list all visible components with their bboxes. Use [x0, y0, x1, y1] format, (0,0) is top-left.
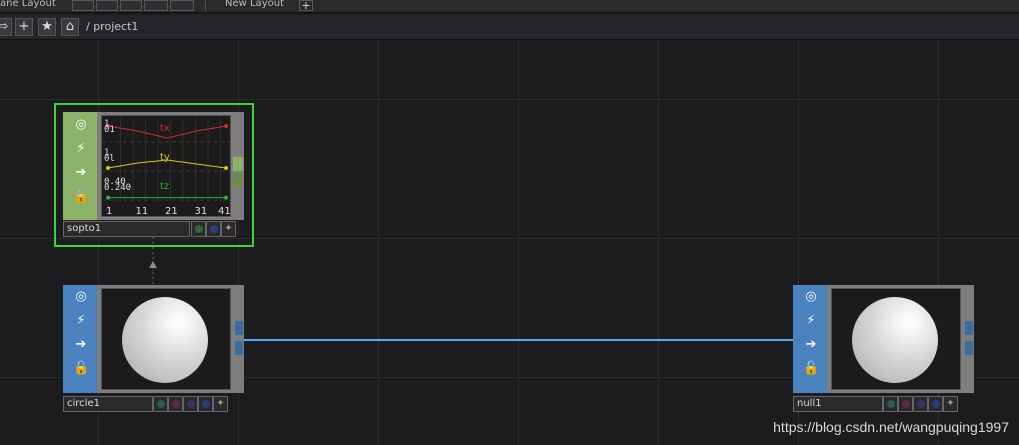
chart-viewer: 1 01 tx 1 0l ty 0.40 0.240 tz 1 11 21 31 41 — [101, 115, 231, 217]
network-path[interactable]: / project1 — [86, 20, 138, 33]
new-layout-add-button[interactable]: + — [299, 0, 313, 11]
node-circle1[interactable]: ◎ ⚡ ➔ 🔓 circle1 ✦ — [63, 285, 263, 415]
node-name-field[interactable]: circle1 — [63, 396, 153, 412]
lock-icon[interactable]: 🔓 — [803, 361, 819, 377]
add-icon[interactable]: + — [15, 18, 33, 36]
network-editor[interactable]: ◎ ⚡ ➔ 🔓 1 01 tx 1 0l ty 0.40 0.240 tz 1 11 21 31 41 s… — [0, 40, 1019, 445]
lock-icon[interactable]: 🔓 — [73, 189, 89, 205]
x-tick-label: 31 — [195, 206, 208, 217]
viewer-toggle-icon[interactable]: ◎ — [73, 289, 89, 305]
export-icon[interactable]: ➔ — [803, 337, 819, 353]
four-pane-layout-button[interactable] — [170, 0, 194, 11]
input-connector[interactable] — [233, 157, 243, 171]
node-null1[interactable]: ◎ ⚡ ➔ 🔓 null1 ✦ — [793, 285, 993, 415]
node-name-field[interactable]: sopto1 — [63, 221, 190, 237]
node-side-panel: ◎ ⚡ ➔ 🔓 — [63, 285, 97, 393]
split-vertical-layout-button[interactable] — [96, 0, 118, 11]
x-tick-label: 21 — [165, 206, 178, 217]
single-pane-layout-button[interactable] — [72, 0, 94, 11]
series-start-point — [106, 166, 110, 170]
circle-preview — [122, 297, 208, 383]
series-end-point — [224, 195, 228, 200]
layout-toolbar: ane Layout New Layout + — [0, 0, 1019, 13]
flag-template[interactable] — [198, 396, 213, 412]
geometry-viewer — [101, 288, 231, 390]
node-side-panel: ◎ ⚡ ➔ 🔓 — [63, 112, 97, 220]
series-bottom-value: 01 — [104, 125, 115, 135]
new-layout-label: New Layout — [225, 0, 284, 9]
series-name-label: tz — [160, 181, 169, 192]
cook-icon[interactable]: ⚡ — [803, 313, 819, 329]
node-sopto1[interactable]: ◎ ⚡ ➔ 🔓 1 01 tx 1 0l ty 0.40 0.240 tz 1 11 21 31 41 s… — [54, 103, 254, 247]
output-connector-2[interactable] — [235, 341, 243, 355]
flag-bypass[interactable] — [183, 396, 198, 412]
series-name-label: ty — [160, 152, 170, 163]
three-pane-layout-button[interactable] — [144, 0, 168, 11]
toolbar-divider — [205, 1, 206, 11]
output-connector[interactable] — [965, 321, 973, 335]
x-tick-label: 1 — [106, 206, 112, 217]
split-horizontal-layout-button[interactable] — [120, 0, 142, 11]
path-bar: ⇨ + ★ ⌂ / project1 — [0, 15, 1019, 40]
viewer-toggle-icon[interactable]: ◎ — [73, 117, 89, 133]
output-connector[interactable] — [233, 173, 243, 187]
flag-render[interactable] — [168, 396, 183, 412]
export-icon[interactable]: ➔ — [73, 337, 89, 353]
star-icon[interactable]: ★ — [38, 18, 56, 36]
watermark: https://blog.csdn.net/wangpuqing1997 — [773, 419, 1009, 435]
series-bottom-value: 0.240 — [104, 183, 131, 193]
viewer-toggle-icon[interactable]: ◎ — [803, 289, 819, 305]
flag-display[interactable] — [191, 221, 206, 237]
output-connector[interactable] — [235, 321, 243, 335]
flag-render[interactable] — [206, 221, 221, 237]
cook-icon[interactable]: ⚡ — [73, 313, 89, 329]
series-name-label: tx — [160, 123, 170, 134]
home-icon[interactable]: ⌂ — [61, 18, 79, 36]
flag-more-icon[interactable]: ✦ — [213, 396, 228, 412]
flag-display[interactable] — [153, 396, 168, 412]
cook-icon[interactable]: ⚡ — [73, 141, 89, 157]
back-arrow-icon[interactable]: ⇨ — [0, 18, 12, 36]
dependency-arrow-icon — [149, 261, 157, 268]
flag-more-icon[interactable]: ✦ — [221, 221, 236, 237]
flag-render[interactable] — [898, 396, 913, 412]
lock-icon[interactable]: 🔓 — [73, 361, 89, 377]
export-icon[interactable]: ➔ — [73, 165, 89, 181]
flag-more-icon[interactable]: ✦ — [943, 396, 958, 412]
flag-bypass[interactable] — [913, 396, 928, 412]
series-bottom-value: 0l — [104, 154, 115, 164]
flag-template[interactable] — [928, 396, 943, 412]
flag-display[interactable] — [883, 396, 898, 412]
geometry-viewer — [831, 288, 961, 390]
channel-chart: 101 tx10l ty0.400.240 tz1 11 21 31 41 — [102, 118, 231, 217]
output-connector-2[interactable] — [965, 341, 973, 355]
node-side-panel: ◎ ⚡ ➔ 🔓 — [793, 285, 827, 393]
series-end-point — [224, 124, 228, 128]
node-name-field[interactable]: null1 — [793, 396, 883, 412]
x-tick-label: 41 — [218, 206, 231, 217]
pane-layout-label: ane Layout — [0, 0, 56, 9]
series-end-point — [224, 166, 228, 170]
null-preview — [852, 297, 938, 383]
x-tick-label: 11 — [136, 206, 149, 217]
series-start-point — [106, 195, 110, 200]
